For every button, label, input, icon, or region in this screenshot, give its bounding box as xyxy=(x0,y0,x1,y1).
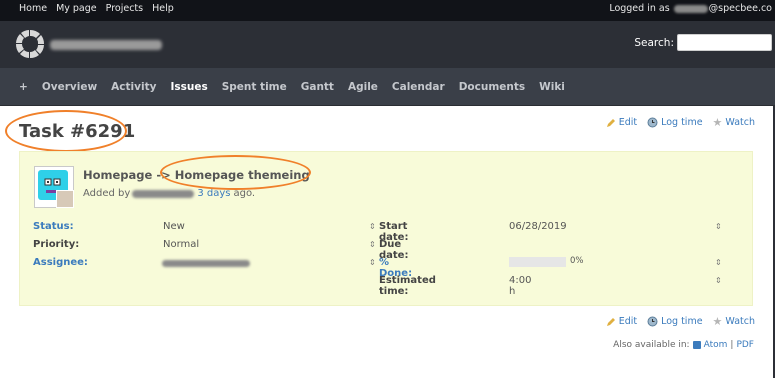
edit-link[interactable]: Edit xyxy=(606,117,637,128)
top-menu-my-page[interactable]: My page xyxy=(56,3,97,14)
contextual-actions-bottom: Edit Log time ★ Watch xyxy=(606,315,755,328)
watch-label: Watch xyxy=(725,316,755,327)
tab-overview[interactable]: Overview xyxy=(42,81,97,93)
avatar xyxy=(34,166,74,208)
pencil-icon xyxy=(606,317,615,326)
search-input[interactable] xyxy=(677,34,772,51)
top-menu-links: Home My page Projects Help xyxy=(19,3,174,14)
new-object-button[interactable]: + xyxy=(19,81,28,93)
log-time-link[interactable]: Log time xyxy=(647,117,703,128)
author-photo xyxy=(56,190,74,208)
top-menu-help[interactable]: Help xyxy=(152,3,174,14)
watch-link[interactable]: ★ Watch xyxy=(713,315,755,328)
search-label: Search: xyxy=(634,36,674,49)
tab-issues[interactable]: Issues xyxy=(170,81,207,93)
atom-link[interactable]: Atom xyxy=(704,340,728,350)
top-menu-projects[interactable]: Projects xyxy=(106,3,143,14)
estimated-time-label: Estimated time: xyxy=(379,275,436,297)
pdf-link[interactable]: PDF xyxy=(736,340,754,350)
issue-author-line: Added by 3 days ago. xyxy=(83,188,255,199)
sort-icon[interactable]: ⇕ xyxy=(715,276,722,285)
start-date-value: 06/28/2019 xyxy=(509,221,567,232)
assignee-label[interactable]: Assignee: xyxy=(33,257,88,268)
progress-bar xyxy=(509,257,566,267)
main-menu: + Overview Activity Issues Spent time Ga… xyxy=(0,68,775,106)
separator: | xyxy=(730,340,734,350)
tab-documents[interactable]: Documents xyxy=(459,81,525,93)
done-value: 0% xyxy=(570,256,584,266)
redacted-author[interactable] xyxy=(132,189,195,198)
logged-in-domain: @specbee.co xyxy=(708,3,772,14)
status-label[interactable]: Status: xyxy=(33,221,74,232)
subject-text: Homepage themeing xyxy=(174,168,310,182)
redacted-project-name[interactable] xyxy=(50,40,162,50)
log-time-label: Log time xyxy=(661,316,703,327)
sort-icon[interactable]: ⇕ xyxy=(369,222,376,231)
tab-calendar[interactable]: Calendar xyxy=(392,81,445,93)
tab-agile[interactable]: Agile xyxy=(348,81,378,93)
ago-text: ago. xyxy=(233,188,256,199)
logged-in-label: Logged in as xyxy=(609,3,670,14)
logged-in-info: Logged in as @specbee.co xyxy=(609,3,772,14)
redacted-username[interactable] xyxy=(673,4,708,13)
star-icon: ★ xyxy=(712,315,723,328)
clock-icon xyxy=(647,316,658,327)
watch-link[interactable]: ★ Watch xyxy=(713,116,755,129)
issue-subject: Homepage -> Homepage themeing xyxy=(83,168,310,182)
estimated-time-value: 4:00 h xyxy=(509,275,532,297)
main-menu-items: + Overview Activity Issues Spent time Ga… xyxy=(19,81,565,93)
sort-icon[interactable]: ⇕ xyxy=(369,258,376,267)
redacted-assignee[interactable] xyxy=(162,260,250,267)
page-title: Task #6291 xyxy=(19,121,136,142)
header: Search: xyxy=(0,21,775,68)
clock-icon xyxy=(647,117,658,128)
edit-label: Edit xyxy=(618,117,638,128)
time-ago-link[interactable]: 3 days xyxy=(197,188,230,199)
top-menu-home[interactable]: Home xyxy=(19,3,47,14)
top-menu: Home My page Projects Help Logged in as … xyxy=(0,0,775,21)
priority-value: Normal xyxy=(163,239,200,250)
added-by-label: Added by xyxy=(83,188,131,199)
priority-label: Priority: xyxy=(33,239,80,250)
pencil-icon xyxy=(606,118,615,127)
sort-icon[interactable]: ⇕ xyxy=(715,222,722,231)
tab-activity[interactable]: Activity xyxy=(111,81,156,93)
search-area: Search: xyxy=(634,34,772,51)
tab-wiki[interactable]: Wiki xyxy=(539,81,565,93)
also-available-label: Also available in: xyxy=(613,340,690,350)
star-icon: ★ xyxy=(712,116,723,129)
sort-icon[interactable]: ⇕ xyxy=(369,240,376,249)
watch-label: Watch xyxy=(725,117,755,128)
logo-icon[interactable] xyxy=(15,29,45,59)
tab-spent-time[interactable]: Spent time xyxy=(222,81,287,93)
sort-icon[interactable]: ⇕ xyxy=(715,258,722,267)
also-available-in: Also available in: Atom | PDF xyxy=(613,340,754,350)
rss-icon xyxy=(692,341,701,349)
log-time-label: Log time xyxy=(661,117,703,128)
tab-gantt[interactable]: Gantt xyxy=(301,81,334,93)
edit-label: Edit xyxy=(618,316,638,327)
log-time-link[interactable]: Log time xyxy=(647,316,703,327)
status-value: New xyxy=(163,221,185,232)
edit-link[interactable]: Edit xyxy=(606,316,637,327)
contextual-actions-top: Edit Log time ★ Watch xyxy=(606,116,755,129)
parent-task-label[interactable]: Homepage -> xyxy=(83,168,175,182)
